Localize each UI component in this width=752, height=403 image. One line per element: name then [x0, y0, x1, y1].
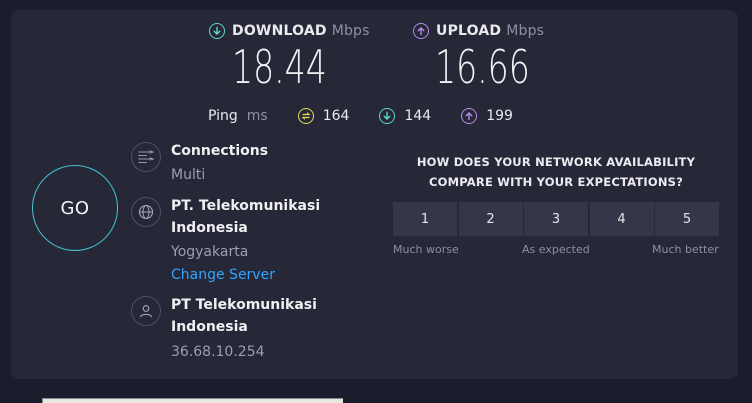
upload-label: UPLOAD	[436, 23, 502, 39]
upload-header: UPLOAD Mbps	[413, 23, 544, 39]
ping-row: Ping ms 164 144 199	[208, 108, 513, 124]
rating-option-4[interactable]: 4	[589, 202, 654, 236]
ping-download: 144	[379, 108, 431, 124]
rating-option-3[interactable]: 3	[524, 202, 588, 236]
arrow-up-circle-icon	[461, 108, 478, 124]
ping-upload: 199	[461, 108, 513, 124]
provider-ip: 36.68.10.254	[171, 344, 265, 360]
bottom-image-strip	[42, 398, 343, 403]
survey-question: HOW DOES YOUR NETWORK AVAILABILITY COMPA…	[400, 152, 712, 192]
ping-idle: 164	[297, 108, 350, 124]
provider-name-line1: PT Telekomunikasi	[171, 297, 317, 313]
user-icon	[131, 296, 161, 326]
ping-label: Ping	[208, 108, 238, 124]
globe-icon	[131, 197, 161, 227]
rating-mid-label: As expected	[522, 243, 590, 256]
server-location: Yogyakarta	[171, 244, 249, 260]
change-server-link[interactable]: Change Server	[171, 267, 275, 283]
server-name-line1: PT. Telekomunikasi	[171, 198, 321, 214]
survey-question-line2: COMPARE WITH YOUR EXPECTATIONS?	[428, 175, 684, 189]
rating-option-1[interactable]: 1	[393, 202, 457, 236]
provider-name: PT Telekomunikasi Indonesia	[171, 294, 317, 338]
ping-idle-value: 164	[322, 108, 350, 124]
upload-unit: Mbps	[506, 23, 545, 39]
go-button[interactable]: GO	[32, 165, 118, 251]
download-label: DOWNLOAD	[232, 23, 327, 39]
results-panel	[11, 10, 738, 379]
rating-option-2[interactable]: 2	[458, 202, 523, 236]
rating-option-5[interactable]: 5	[655, 202, 719, 236]
ping-unit: ms	[246, 108, 268, 124]
rating-low-label: Much worse	[393, 243, 459, 256]
ping-upload-value: 199	[486, 108, 513, 124]
download-value: 18.44	[232, 40, 327, 94]
download-header: DOWNLOAD Mbps	[209, 23, 370, 39]
upload-value: 16.66	[435, 40, 530, 94]
connections-title: Connections	[171, 143, 269, 159]
connections-mode[interactable]: Multi	[171, 167, 205, 183]
rating-high-label: Much better	[652, 243, 719, 256]
survey-question-line1: HOW DOES YOUR NETWORK AVAILABILITY	[416, 155, 696, 169]
rating-scale: 1 2 3 4 5	[393, 202, 719, 236]
server-name: PT. Telekomunikasi Indonesia	[171, 195, 320, 239]
provider-name-line2: Indonesia	[171, 319, 248, 335]
ping-download-value: 144	[404, 108, 432, 124]
download-unit: Mbps	[331, 23, 370, 39]
connections-icon[interactable]	[131, 142, 161, 172]
arrow-down-circle-icon	[209, 23, 225, 39]
arrow-down-circle-icon	[379, 108, 396, 124]
lightning-circle-icon	[297, 108, 314, 124]
arrow-up-circle-icon	[413, 23, 429, 39]
server-name-line2: Indonesia	[171, 220, 248, 236]
